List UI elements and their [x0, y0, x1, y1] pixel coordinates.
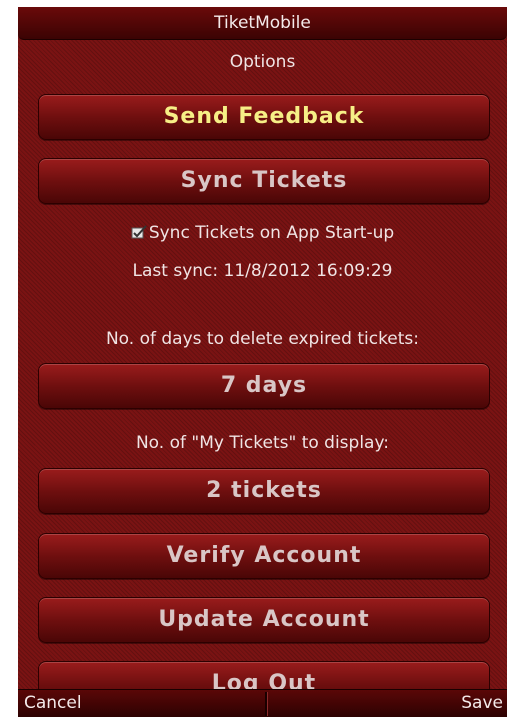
verify-account-button[interactable]: Verify Account — [38, 533, 490, 579]
softkey-divider — [265, 692, 268, 716]
my-tickets-label: No. of "My Tickets" to display: — [135, 433, 390, 453]
sync-on-startup-option[interactable]: Sync Tickets on App Start-up — [18, 223, 507, 243]
title-bar: TiketMobile — [18, 7, 507, 40]
last-sync-text: Last sync: 11/8/2012 16:09:29 — [132, 261, 393, 281]
options-screen: TiketMobile Options Send Feedback Sync T… — [18, 7, 507, 717]
my-tickets-selector[interactable]: 2 tickets — [38, 468, 490, 514]
send-feedback-button[interactable]: Send Feedback — [38, 94, 490, 140]
expired-days-label: No. of days to delete expired tickets: — [105, 329, 420, 349]
save-softkey[interactable]: Save — [461, 690, 503, 717]
sync-tickets-button[interactable]: Sync Tickets — [38, 158, 490, 204]
app-title: TiketMobile — [214, 13, 311, 33]
expired-days-selector[interactable]: 7 days — [38, 363, 490, 409]
cancel-softkey[interactable]: Cancel — [24, 690, 82, 717]
checkbox-checked-icon[interactable] — [131, 225, 147, 239]
sync-on-startup-label: Sync Tickets on App Start-up — [148, 223, 395, 243]
page-title: Options — [229, 52, 296, 72]
softkey-bar: Cancel Save — [18, 689, 507, 717]
update-account-button[interactable]: Update Account — [38, 597, 490, 643]
